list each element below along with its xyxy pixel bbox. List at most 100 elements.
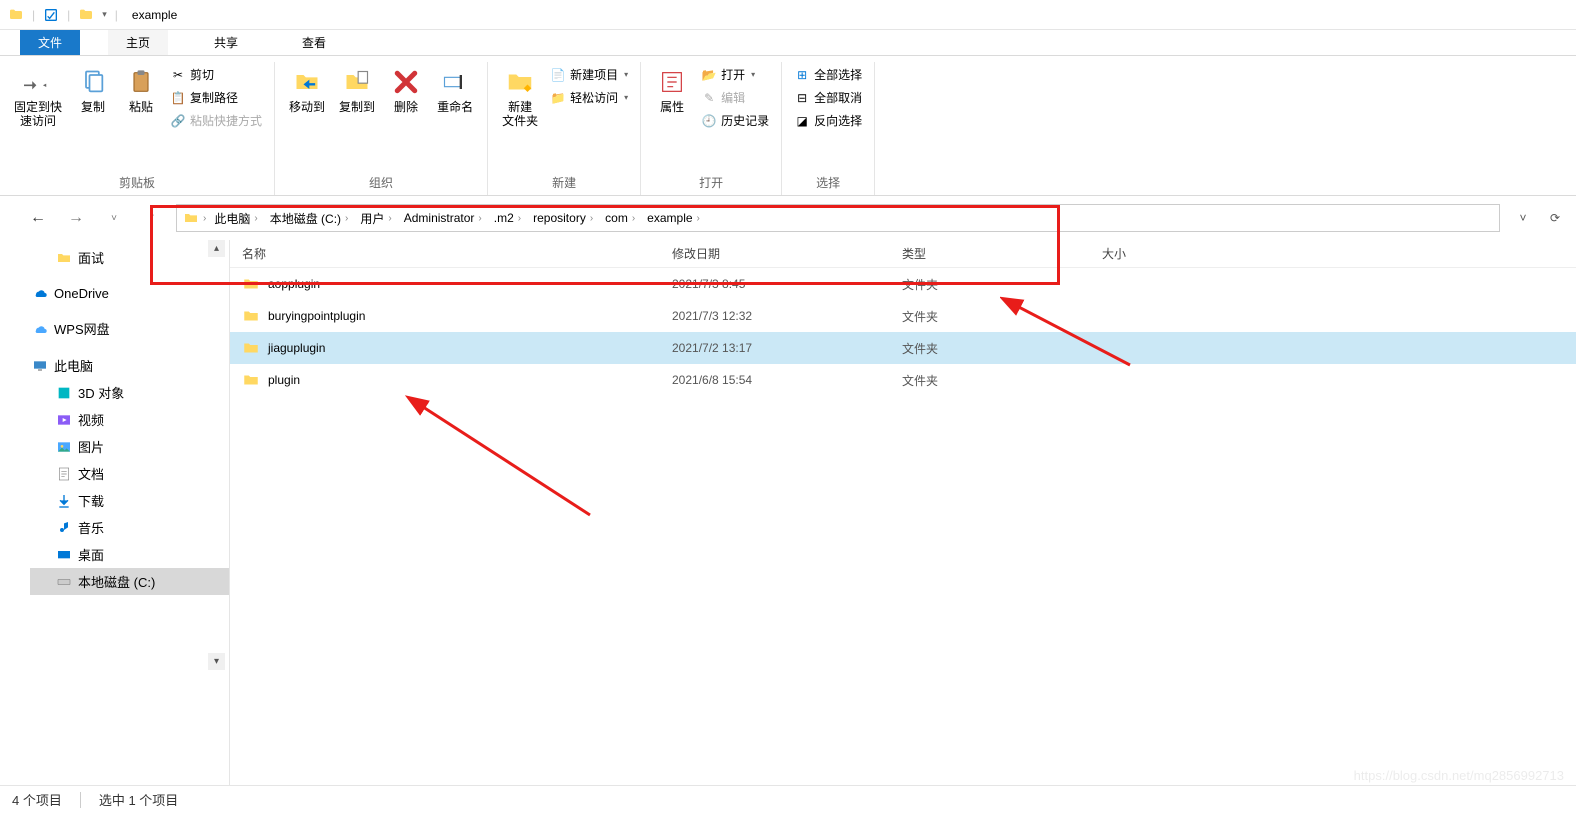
address-row: ← → ˅ ↑ › 此电脑› 本地磁盘 (C:)› 用户› Administra… bbox=[0, 196, 1576, 240]
breadcrumb-dropdown-button[interactable]: ˅ bbox=[1510, 205, 1536, 231]
history-button[interactable]: 🕘历史记录 bbox=[697, 110, 773, 131]
tree-item[interactable]: 图片 bbox=[30, 433, 229, 460]
file-row[interactable]: jiaguplugin2021/7/2 13:17文件夹 bbox=[230, 332, 1576, 364]
file-row[interactable]: buryingpointplugin2021/7/3 12:32文件夹 bbox=[230, 300, 1576, 332]
select-all-icon: ⊞ bbox=[794, 67, 810, 83]
window-title: example bbox=[132, 8, 177, 22]
chevron-right-icon[interactable]: › bbox=[203, 213, 206, 224]
save-icon[interactable] bbox=[43, 7, 59, 23]
column-header-name[interactable]: 名称 bbox=[230, 240, 660, 267]
breadcrumb-item[interactable]: repository› bbox=[529, 211, 597, 225]
pin-icon bbox=[22, 66, 54, 98]
cell-type: 文件夹 bbox=[890, 308, 1090, 325]
delete-button[interactable]: 删除 bbox=[383, 62, 429, 116]
copy-to-button[interactable]: 复制到 bbox=[333, 62, 381, 116]
ribbon-group-open: 属性 📂打开▾ ✎编辑 🕘历史记录 打开 bbox=[641, 62, 782, 195]
main-area: ▴ 面试 OneDrive WPS网盘 此电脑 3D 对象 视频 图片 文档 下… bbox=[0, 240, 1576, 790]
select-none-button[interactable]: ⊟全部取消 bbox=[790, 87, 866, 108]
paste-shortcut-button[interactable]: 🔗粘贴快捷方式 bbox=[166, 110, 266, 131]
tree-item-onedrive[interactable]: OneDrive bbox=[30, 281, 229, 305]
ribbon-group-new: 新建 文件夹 📄新建项目▾ 📁轻松访问▾ 新建 bbox=[488, 62, 641, 195]
nav-up-button[interactable]: ↑ bbox=[138, 204, 166, 232]
open-icon: 📂 bbox=[701, 67, 717, 83]
pin-to-quick-access-button[interactable]: 固定到快 速访问 bbox=[8, 62, 68, 130]
breadcrumb-item[interactable]: com› bbox=[601, 211, 639, 225]
tree-item-this-pc[interactable]: 此电脑 bbox=[30, 352, 229, 379]
cell-name: aopplugin bbox=[230, 275, 660, 293]
copy-icon bbox=[77, 66, 109, 98]
breadcrumb-item[interactable]: .m2› bbox=[490, 211, 525, 225]
nav-forward-button[interactable]: → bbox=[62, 204, 90, 232]
new-item-icon: 📄 bbox=[550, 67, 566, 83]
cell-date: 2021/6/8 15:54 bbox=[660, 373, 890, 387]
tree-item[interactable]: 面试 bbox=[30, 244, 229, 271]
ribbon-group-select: ⊞全部选择 ⊟全部取消 ◪反向选择 选择 bbox=[782, 62, 875, 195]
nav-recent-button[interactable]: ˅ bbox=[100, 204, 128, 232]
easy-access-button[interactable]: 📁轻松访问▾ bbox=[546, 87, 632, 108]
open-button[interactable]: 📂打开▾ bbox=[697, 64, 773, 85]
new-folder-button[interactable]: 新建 文件夹 bbox=[496, 62, 544, 130]
move-to-button[interactable]: 移动到 bbox=[283, 62, 331, 116]
invert-icon: ◪ bbox=[794, 113, 810, 129]
tree-scroll-up[interactable]: ▴ bbox=[208, 240, 225, 257]
folder-icon bbox=[242, 339, 260, 357]
column-header-date[interactable]: 修改日期 bbox=[660, 240, 890, 267]
rename-icon bbox=[439, 66, 471, 98]
invert-selection-button[interactable]: ◪反向选择 bbox=[790, 110, 866, 131]
tree-scroll-down[interactable]: ▾ bbox=[208, 653, 225, 670]
breadcrumb-item[interactable]: 此电脑› bbox=[210, 210, 261, 227]
divider: | bbox=[115, 8, 118, 22]
tree-item[interactable]: 文档 bbox=[30, 460, 229, 487]
folder-icon bbox=[242, 371, 260, 389]
tree-item[interactable]: 3D 对象 bbox=[30, 379, 229, 406]
status-bar: 4 个项目 选中 1 个项目 bbox=[0, 785, 1576, 813]
breadcrumb-item[interactable]: 本地磁盘 (C:)› bbox=[266, 210, 353, 227]
cell-type: 文件夹 bbox=[890, 340, 1090, 357]
tab-view[interactable]: 查看 bbox=[284, 30, 344, 55]
paste-button[interactable]: 粘贴 bbox=[118, 62, 164, 116]
copy-path-button[interactable]: 📋复制路径 bbox=[166, 87, 266, 108]
file-row[interactable]: plugin2021/6/8 15:54文件夹 bbox=[230, 364, 1576, 396]
select-all-button[interactable]: ⊞全部选择 bbox=[790, 64, 866, 85]
ribbon-group-clipboard: 固定到快 速访问 复制 粘贴 ✂剪切 📋复制路径 🔗粘贴快捷方式 剪贴板 bbox=[0, 62, 275, 195]
column-header-type[interactable]: 类型 bbox=[890, 240, 1090, 267]
file-list-header: 名称 修改日期 类型 大小 bbox=[230, 240, 1576, 268]
tree-item[interactable]: 音乐 bbox=[30, 514, 229, 541]
divider: | bbox=[32, 8, 35, 22]
tree-item[interactable]: 视频 bbox=[30, 406, 229, 433]
new-item-button[interactable]: 📄新建项目▾ bbox=[546, 64, 632, 85]
column-header-size[interactable]: 大小 bbox=[1090, 240, 1210, 267]
status-selected-count: 选中 1 个项目 bbox=[99, 790, 178, 809]
dropdown-caret-icon[interactable]: ▾ bbox=[102, 9, 107, 20]
paste-icon bbox=[125, 66, 157, 98]
breadcrumb-bar[interactable]: › 此电脑› 本地磁盘 (C:)› 用户› Administrator› .m2… bbox=[176, 204, 1500, 232]
tab-file[interactable]: 文件 bbox=[20, 30, 80, 55]
breadcrumb-item[interactable]: Administrator› bbox=[400, 211, 486, 225]
cell-date: 2021/7/3 8:45 bbox=[660, 277, 890, 291]
refresh-button[interactable]: ⟳ bbox=[1542, 205, 1568, 231]
properties-button[interactable]: 属性 bbox=[649, 62, 695, 116]
nav-back-button[interactable]: ← bbox=[24, 204, 52, 232]
copy-button[interactable]: 复制 bbox=[70, 62, 116, 116]
tree-item-wps[interactable]: WPS网盘 bbox=[30, 315, 229, 342]
tab-share[interactable]: 共享 bbox=[196, 30, 256, 55]
cell-type: 文件夹 bbox=[890, 276, 1090, 293]
file-row[interactable]: aopplugin2021/7/3 8:45文件夹 bbox=[230, 268, 1576, 300]
tab-home[interactable]: 主页 bbox=[108, 30, 168, 55]
breadcrumb-item[interactable]: 用户› bbox=[356, 210, 395, 227]
tree-item-local-disk-c[interactable]: 本地磁盘 (C:) bbox=[30, 568, 229, 595]
tree-item[interactable]: 下载 bbox=[30, 487, 229, 514]
edit-button[interactable]: ✎编辑 bbox=[697, 87, 773, 108]
cut-button[interactable]: ✂剪切 bbox=[166, 64, 266, 85]
ribbon-group-organize: 移动到 复制到 删除 重命名 组织 bbox=[275, 62, 488, 195]
cell-name: plugin bbox=[230, 371, 660, 389]
select-none-icon: ⊟ bbox=[794, 90, 810, 106]
tab-strip: 文件 主页 共享 查看 bbox=[0, 30, 1576, 56]
delete-icon bbox=[390, 66, 422, 98]
breadcrumb-item[interactable]: example› bbox=[643, 211, 704, 225]
group-label-organize: 组织 bbox=[283, 170, 479, 191]
properties-icon bbox=[656, 66, 688, 98]
new-folder-icon bbox=[504, 66, 536, 98]
tree-item[interactable]: 桌面 bbox=[30, 541, 229, 568]
rename-button[interactable]: 重命名 bbox=[431, 62, 479, 116]
